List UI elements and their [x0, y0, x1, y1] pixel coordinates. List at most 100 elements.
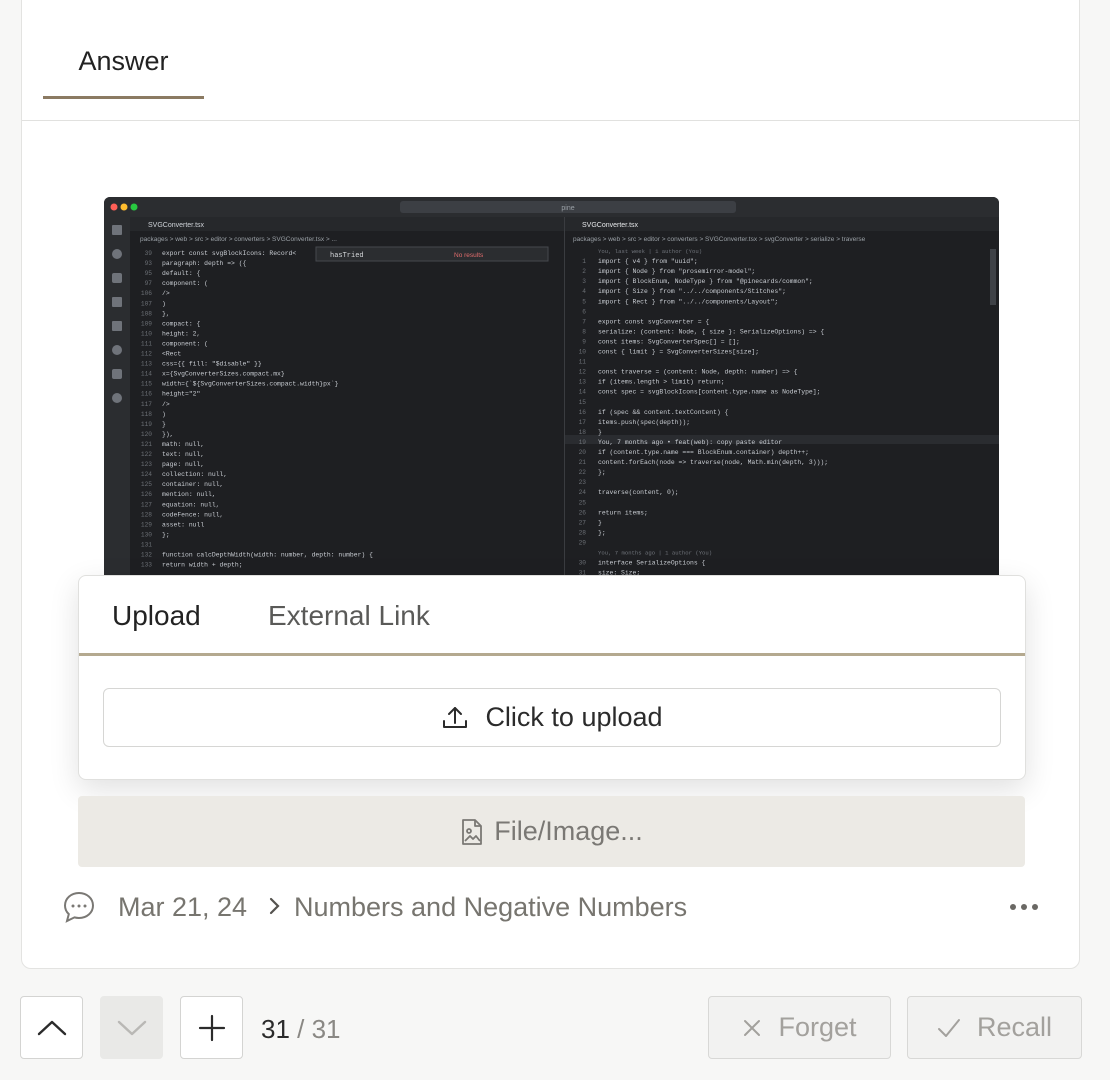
left-line-number: 118	[141, 411, 152, 418]
right-line-number: 26	[579, 509, 587, 516]
tab-external-link[interactable]: External Link	[268, 596, 430, 636]
right-code-line: };	[598, 529, 606, 536]
counter-separator: /	[289, 1014, 312, 1044]
left-code-line: function calcDepthWidth(width: number, d…	[162, 552, 373, 559]
left-code-line: />	[162, 401, 170, 408]
tab-bar: Answer	[22, 0, 1079, 121]
chevron-up-icon	[37, 1020, 66, 1035]
docker-icon	[112, 369, 122, 379]
right-code-line: items.push(spec(depth));	[598, 419, 690, 426]
left-line-number: 126	[141, 491, 152, 498]
right-code-line: if (content.type.name === BlockEnum.cont…	[598, 449, 809, 456]
source-control-icon	[112, 273, 122, 283]
right-breadcrumb: packages > web > src > editor > converte…	[573, 236, 866, 243]
right-code-line: const { limit } = SvgConverterSizes[size…	[598, 349, 759, 356]
left-code-line: css={{ fill: "$disable" }}	[162, 361, 262, 368]
scrollbar-thumb	[990, 249, 996, 305]
left-code-line: text: null,	[162, 451, 204, 458]
left-code-line: asset: null	[162, 521, 204, 528]
left-code-line: };	[162, 531, 170, 538]
right-code-line: if (items.length > limit) return;	[598, 379, 725, 386]
left-line-number: 124	[141, 471, 152, 478]
left-breadcrumb: packages > web > src > editor > converte…	[140, 236, 337, 243]
left-code-line: height: 2,	[162, 330, 200, 337]
click-to-upload-button[interactable]: Click to upload	[103, 688, 1001, 747]
forget-button[interactable]: Forget	[708, 996, 891, 1059]
left-code-line: codeFence: null,	[162, 511, 223, 518]
right-line-number: 4	[582, 288, 586, 295]
counter-total: 31	[311, 1014, 341, 1044]
search-icon	[112, 249, 122, 259]
left-code-line: />	[162, 290, 170, 297]
more-options-icon[interactable]	[1009, 903, 1039, 911]
counter-current: 31	[261, 1014, 290, 1044]
left-line-number: 115	[141, 381, 152, 388]
check-icon	[937, 1018, 960, 1037]
run-icon	[112, 297, 122, 307]
left-line-number: 111	[141, 340, 152, 347]
right-code-line: }	[598, 429, 602, 436]
card-date: Mar 21, 24	[118, 892, 248, 922]
left-line-number: 128	[141, 511, 152, 518]
right-line-number: 14	[579, 389, 587, 396]
right-line-number: 25	[579, 499, 587, 506]
left-line-number: 112	[141, 351, 152, 358]
right-line-number: 22	[579, 469, 587, 476]
left-code-line: },	[162, 310, 170, 317]
popover-tabs: Upload External Link	[79, 576, 1025, 656]
right-code-line: traverse(content, 0);	[598, 489, 679, 496]
upload-label: Click to upload	[485, 702, 663, 732]
left-code-line: page: null,	[162, 461, 204, 468]
left-code-line: component: (	[162, 280, 208, 287]
card-counter: 31 / 31	[261, 1012, 341, 1046]
file-image-button[interactable]: File/Image...	[78, 796, 1025, 867]
next-card-button[interactable]	[100, 996, 163, 1059]
left-code-line: height="2"	[162, 391, 200, 398]
right-code-line: import { Rect } from "../../components/L…	[598, 298, 778, 305]
left-line-number: 113	[141, 361, 152, 368]
right-line-number: 13	[579, 379, 587, 386]
timeline-icon	[112, 393, 122, 403]
left-line-number: 133	[141, 562, 152, 569]
previous-card-button[interactable]	[20, 996, 83, 1059]
close-icon	[744, 1019, 761, 1036]
left-code-line: compact: {	[162, 320, 201, 327]
right-line-number: 3	[582, 278, 586, 285]
right-line-number: 9	[582, 338, 586, 345]
left-code-line: container: null,	[162, 481, 223, 488]
right-code-line: }	[598, 519, 602, 526]
left-line-number: 97	[145, 280, 153, 287]
right-code-line: const spec = svgBlockIcons[content.type.…	[598, 389, 820, 396]
search-bar-text: pine	[561, 205, 574, 212]
find-input: hasTried	[330, 252, 364, 260]
left-code-line: component: (	[162, 340, 208, 347]
right-code-line: You, last week | 1 author (You)	[598, 248, 702, 255]
right-line-number: 20	[579, 449, 587, 456]
left-line-number: 116	[141, 391, 152, 398]
add-card-button[interactable]	[180, 996, 243, 1059]
comment-icon[interactable]	[61, 889, 97, 925]
left-code-line: math: null,	[162, 441, 204, 448]
left-line-number: 107	[141, 300, 152, 307]
tab-upload[interactable]: Upload	[112, 596, 201, 636]
left-code-line: }	[162, 421, 166, 428]
right-line-number: 24	[579, 489, 587, 496]
right-code-line: import { Size } from "../../components/S…	[598, 288, 786, 295]
left-line-number: 131	[141, 541, 152, 548]
right-line-number: 18	[579, 429, 587, 436]
left-line-number: 132	[141, 552, 152, 559]
answer-image[interactable]: pine SVGConverter.tsx SVGConverter.tsx p…	[104, 197, 999, 577]
left-code-line: )	[162, 300, 166, 307]
right-line-number: 27	[579, 519, 587, 526]
attach-popover: Upload External Link Click to upload	[78, 575, 1026, 780]
recall-button[interactable]: Recall	[907, 996, 1082, 1059]
deck-breadcrumb[interactable]: Numbers and Negative Numbers	[294, 889, 687, 925]
right-code-line: You, 7 months ago • feat(web): copy past…	[598, 439, 782, 446]
tab-answer[interactable]: Answer	[43, 43, 204, 99]
left-code-line: )	[162, 411, 166, 418]
left-line-number: 106	[141, 290, 152, 297]
chevron-down-icon	[117, 1020, 146, 1035]
right-code-line: import { v4 } from "uuid";	[598, 258, 698, 265]
left-code-line: mention: null,	[162, 491, 216, 498]
file-image-label: File/Image...	[494, 816, 643, 846]
